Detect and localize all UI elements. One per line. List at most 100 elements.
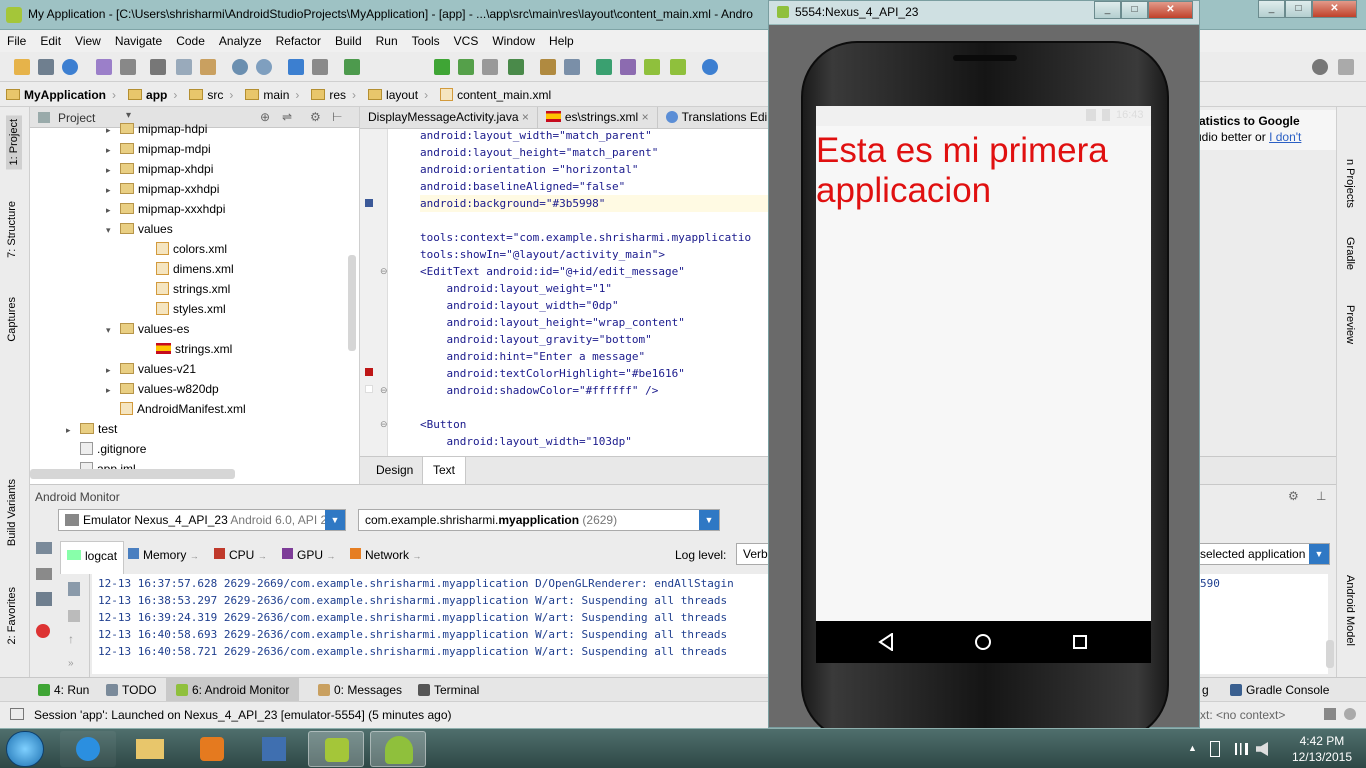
file-explorer-taskbar[interactable] bbox=[122, 731, 178, 767]
forward-icon[interactable] bbox=[312, 59, 328, 75]
code-editor[interactable]: android:layout_width="match_parent" andro… bbox=[388, 129, 770, 456]
save-icon[interactable] bbox=[38, 59, 54, 75]
attach-debugger-icon[interactable] bbox=[508, 59, 524, 75]
tab-memory[interactable]: Memory → bbox=[128, 548, 199, 568]
tool-tab-project[interactable]: 1: Project bbox=[6, 115, 22, 170]
scroll-to-end-icon[interactable] bbox=[68, 610, 80, 622]
paste-icon[interactable] bbox=[200, 59, 216, 75]
more-icon[interactable]: » bbox=[68, 658, 74, 669]
home-icon[interactable] bbox=[974, 633, 992, 651]
sdk-manager-icon[interactable] bbox=[564, 59, 580, 75]
tool-tab-gradle[interactable]: Gradle bbox=[1344, 237, 1356, 270]
expand-arrow-icon[interactable]: ▸ bbox=[106, 205, 120, 216]
tree-item[interactable]: ▸ mipmap-xxhdpi bbox=[106, 182, 219, 202]
internet-explorer-taskbar[interactable] bbox=[60, 731, 116, 767]
tool-terminal[interactable]: Terminal bbox=[418, 683, 479, 697]
tab-display-message-activity[interactable]: DisplayMessageActivity.java × bbox=[360, 107, 538, 128]
tool-android-monitor[interactable]: 6: Android Monitor bbox=[166, 678, 300, 701]
logcat-output[interactable]: 12-13 16:37:57.628 2629-2669/com.example… bbox=[92, 574, 770, 674]
menu-window[interactable]: Window bbox=[485, 30, 542, 52]
tree-item[interactable]: strings.xml bbox=[142, 282, 230, 302]
menu-navigate[interactable]: Navigate bbox=[108, 30, 169, 52]
search-everywhere-icon[interactable] bbox=[1312, 59, 1328, 75]
tree-item[interactable]: ▸ mipmap-hdpi bbox=[106, 122, 207, 142]
close-icon[interactable]: × bbox=[522, 110, 529, 124]
tab-text[interactable]: Text bbox=[422, 457, 467, 484]
expand-arrow-icon[interactable]: ▸ bbox=[106, 125, 120, 136]
color-swatch-ffffff[interactable] bbox=[365, 385, 373, 393]
project-hscrollbar[interactable] bbox=[30, 469, 235, 479]
up-arrow-icon[interactable]: ↑ bbox=[68, 632, 74, 646]
breadcrumb-project[interactable]: MyApplication › bbox=[0, 83, 122, 107]
expand-arrow-icon[interactable]: ▸ bbox=[106, 385, 120, 396]
tree-item[interactable]: ▸ values-w820dp bbox=[106, 382, 219, 402]
menu-refactor[interactable]: Refactor bbox=[269, 30, 328, 52]
tab-logcat[interactable]: logcat bbox=[60, 541, 125, 574]
maximize-icon[interactable]: □ bbox=[1285, 0, 1312, 18]
color-swatch-be1616[interactable] bbox=[365, 368, 373, 376]
screen-capture-icon[interactable] bbox=[36, 542, 52, 554]
tree-item[interactable]: .gitignore bbox=[66, 442, 146, 462]
tool-tab-android-model[interactable]: Android Model bbox=[1344, 575, 1356, 646]
back-icon[interactable] bbox=[878, 633, 894, 651]
device-select[interactable]: Emulator Nexus_4_API_23 Android 6.0, API… bbox=[58, 509, 346, 531]
terminate-icon[interactable] bbox=[36, 624, 50, 638]
expand-arrow-icon[interactable]: ▸ bbox=[106, 145, 120, 156]
clear-logcat-icon[interactable] bbox=[68, 582, 80, 596]
logcat-filter-select[interactable]: selected application ▼ bbox=[1194, 543, 1330, 565]
menu-code[interactable]: Code bbox=[169, 30, 212, 52]
project-structure-icon[interactable] bbox=[540, 59, 556, 75]
tree-item[interactable]: colors.xml bbox=[142, 242, 227, 262]
network-icon[interactable] bbox=[1232, 743, 1248, 755]
breadcrumb-res[interactable]: res › bbox=[305, 83, 362, 107]
tool-tab-favorites[interactable]: 2: Favorites bbox=[6, 587, 18, 644]
breadcrumb-main[interactable]: main › bbox=[239, 83, 305, 107]
help-icon[interactable] bbox=[702, 59, 718, 75]
tool-gradle-console[interactable]: Gradle Console bbox=[1230, 683, 1329, 697]
tool-todo[interactable]: TODO bbox=[106, 683, 156, 697]
expand-arrow-icon[interactable]: ▸ bbox=[106, 185, 120, 196]
menu-file[interactable]: File bbox=[0, 30, 33, 52]
toggle-tool-windows-icon[interactable] bbox=[10, 708, 24, 720]
menu-analyze[interactable]: Analyze bbox=[212, 30, 269, 52]
hide-panel-icon[interactable]: ⊢ bbox=[332, 110, 342, 124]
tree-item[interactable]: ▾ values bbox=[106, 222, 173, 242]
back-icon[interactable] bbox=[288, 59, 304, 75]
show-hidden-icons[interactable]: ▲ bbox=[1188, 743, 1197, 753]
breadcrumb-src[interactable]: src › bbox=[183, 83, 239, 107]
tool-event-log[interactable]: g bbox=[1202, 683, 1209, 697]
debug-icon[interactable] bbox=[458, 59, 474, 75]
process-select[interactable]: com.example.shrisharmi.myapplication (26… bbox=[358, 509, 720, 531]
expand-arrow-icon[interactable]: ▸ bbox=[66, 425, 80, 436]
paint-taskbar[interactable] bbox=[246, 731, 302, 767]
avd-manager-icon[interactable] bbox=[620, 59, 636, 75]
close-icon[interactable]: ✕ bbox=[1312, 0, 1357, 18]
android-studio-taskbar[interactable] bbox=[308, 731, 364, 767]
minimize-icon[interactable]: _ bbox=[1258, 0, 1285, 18]
expand-arrow-icon[interactable]: ▾ bbox=[106, 325, 120, 336]
tree-item[interactable]: ▸ test bbox=[66, 422, 117, 442]
tab-es-strings[interactable]: es\strings.xml × bbox=[538, 107, 658, 128]
gear-icon[interactable]: ⚙ bbox=[310, 110, 321, 124]
menu-build[interactable]: Build bbox=[328, 30, 369, 52]
maximize-icon[interactable]: □ bbox=[1121, 1, 1148, 19]
expand-arrow-icon[interactable]: ▸ bbox=[106, 165, 120, 176]
redo-icon[interactable] bbox=[120, 59, 136, 75]
tree-item[interactable]: dimens.xml bbox=[142, 262, 234, 282]
close-icon[interactable]: ✕ bbox=[1148, 1, 1193, 19]
collapse-all-icon[interactable]: ⇌ bbox=[282, 110, 292, 124]
volume-icon[interactable] bbox=[1256, 742, 1268, 756]
make-project-icon[interactable] bbox=[344, 59, 360, 75]
undo-icon[interactable] bbox=[96, 59, 112, 75]
android-device-monitor-icon[interactable] bbox=[644, 59, 660, 75]
fold-icon[interactable]: ⊖ bbox=[380, 419, 388, 430]
menu-edit[interactable]: Edit bbox=[33, 30, 68, 52]
open-folder-icon[interactable] bbox=[14, 59, 30, 75]
sync-icon[interactable] bbox=[62, 59, 78, 75]
breadcrumb-app[interactable]: app › bbox=[122, 83, 183, 107]
fold-icon[interactable]: ⊖ bbox=[380, 385, 388, 396]
tool-tab-structure[interactable]: 7: Structure bbox=[6, 201, 18, 258]
recents-icon[interactable] bbox=[1072, 634, 1088, 650]
tree-item[interactable]: ▸ mipmap-mdpi bbox=[106, 142, 211, 162]
breadcrumb-file[interactable]: content_main.xml bbox=[434, 83, 557, 107]
